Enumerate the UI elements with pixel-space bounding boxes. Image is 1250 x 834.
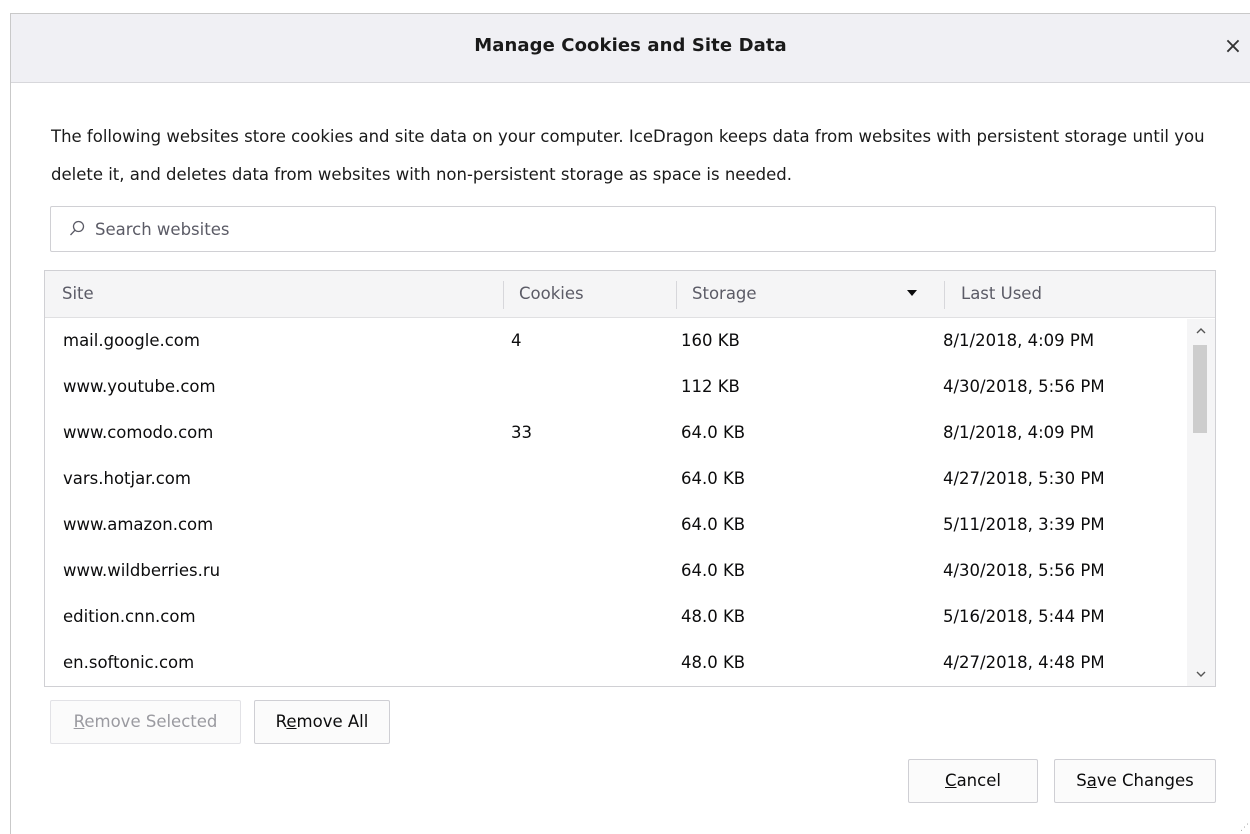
site-cell: en.softonic.com (63, 653, 195, 672)
dialog-title: Manage Cookies and Site Data (474, 35, 787, 56)
search-input[interactable] (95, 215, 1195, 243)
remove-all-label: move All (296, 712, 369, 731)
cancel-label: ancel (956, 771, 1001, 790)
last-used-cell: 5/11/2018, 3:39 PM (943, 515, 1105, 534)
remove-selected-label: emove Selected (84, 712, 218, 731)
table-row[interactable]: en.softonic.com 48.0 KB 4/27/2018, 4:48 … (45, 640, 1185, 686)
table-row[interactable]: edition.cnn.com 48.0 KB 5/16/2018, 5:44 … (45, 594, 1185, 640)
manage-cookies-dialog: Manage Cookies and Site Data × The follo… (10, 13, 1250, 834)
site-cell: www.youtube.com (63, 377, 216, 396)
site-cell: www.amazon.com (63, 515, 214, 534)
search-field[interactable] (50, 206, 1216, 252)
sort-descending-icon (907, 290, 917, 296)
site-cell: vars.hotjar.com (63, 469, 191, 488)
table-header: Site Cookies Storage Last Used (45, 271, 1215, 318)
last-used-cell: 4/30/2018, 5:56 PM (943, 561, 1105, 580)
scrollbar-thumb[interactable] (1193, 345, 1207, 433)
last-used-cell: 4/30/2018, 5:56 PM (943, 377, 1105, 396)
column-divider[interactable] (503, 281, 504, 309)
cancel-mnemonic: C (945, 771, 957, 790)
table-row[interactable]: www.wildberries.ru 64.0 KB 4/30/2018, 5:… (45, 548, 1185, 594)
storage-cell: 48.0 KB (681, 653, 746, 672)
chevron-down-icon[interactable] (1187, 662, 1215, 686)
save-changes-button[interactable]: Save Changes (1054, 759, 1216, 803)
last-used-cell: 4/27/2018, 5:30 PM (943, 469, 1105, 488)
cookies-cell: 4 (511, 331, 522, 350)
dialog-titlebar: Manage Cookies and Site Data × (11, 14, 1250, 83)
storage-cell: 64.0 KB (681, 469, 746, 488)
site-cell: www.comodo.com (63, 423, 214, 442)
column-header-storage[interactable]: Storage (692, 271, 757, 317)
close-icon[interactable]: × (1220, 32, 1246, 62)
table-row[interactable]: vars.hotjar.com 64.0 KB 4/27/2018, 5:30 … (45, 456, 1185, 502)
remove-selected-button[interactable]: Remove Selected (50, 700, 241, 744)
site-cell: mail.google.com (63, 331, 200, 350)
save-label-pre: S (1076, 771, 1087, 790)
table-scrollbar[interactable] (1187, 319, 1215, 686)
table-row[interactable]: www.amazon.com 64.0 KB 5/11/2018, 3:39 P… (45, 502, 1185, 548)
table-row[interactable]: mail.google.com 4 160 KB 8/1/2018, 4:09 … (45, 318, 1185, 364)
storage-cell: 112 KB (681, 377, 740, 396)
save-label: ve Changes (1096, 771, 1194, 790)
site-cell: edition.cnn.com (63, 607, 196, 626)
column-divider[interactable] (676, 281, 677, 309)
storage-cell: 48.0 KB (681, 607, 746, 626)
storage-cell: 64.0 KB (681, 423, 746, 442)
last-used-cell: 5/16/2018, 5:44 PM (943, 607, 1105, 626)
search-icon (70, 220, 85, 236)
storage-cell: 64.0 KB (681, 515, 746, 534)
column-divider[interactable] (944, 281, 945, 309)
last-used-cell: 8/1/2018, 4:09 PM (943, 331, 1095, 350)
save-mnemonic: a (1086, 771, 1097, 790)
column-header-site[interactable]: Site (62, 271, 94, 317)
table-row[interactable]: www.comodo.com 33 64.0 KB 8/1/2018, 4:09… (45, 410, 1185, 456)
chevron-up-icon[interactable] (1187, 319, 1215, 343)
storage-cell: 64.0 KB (681, 561, 746, 580)
remove-all-label-pre: R (275, 712, 287, 731)
remove-selected-mnemonic: R (73, 712, 85, 731)
resize-grip-icon[interactable]: ⋰ (1240, 824, 1249, 833)
last-used-cell: 8/1/2018, 4:09 PM (943, 423, 1095, 442)
storage-cell: 160 KB (681, 331, 740, 350)
remove-all-button[interactable]: Remove All (254, 700, 390, 744)
cookies-cell: 33 (511, 423, 532, 442)
site-cell: www.wildberries.ru (63, 561, 221, 580)
remove-all-mnemonic: e (286, 712, 297, 731)
sites-table: Site Cookies Storage Last Used mail.goog… (44, 270, 1216, 687)
table-row[interactable]: www.youtube.com 112 KB 4/30/2018, 5:56 P… (45, 364, 1185, 410)
column-header-cookies[interactable]: Cookies (519, 271, 584, 317)
last-used-cell: 4/27/2018, 4:48 PM (943, 653, 1105, 672)
column-header-last-used[interactable]: Last Used (961, 271, 1042, 317)
dialog-description: The following websites store cookies and… (51, 127, 1205, 184)
table-body: mail.google.com 4 160 KB 8/1/2018, 4:09 … (45, 318, 1185, 686)
cancel-button[interactable]: Cancel (908, 759, 1038, 803)
